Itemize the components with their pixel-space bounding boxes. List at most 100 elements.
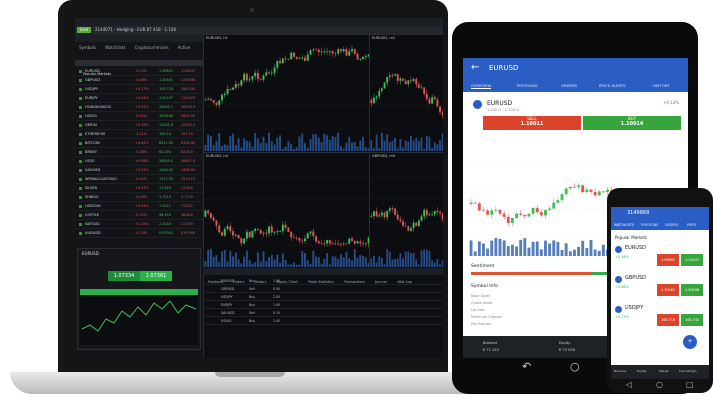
candle-body [328,51,331,53]
volume-bar [331,256,334,267]
phone-change: +0.06% [615,285,629,289]
tablet-sell-button[interactable]: SELL 1.10011 [483,116,581,130]
position-row[interactable]: US500 Buy 1.00 [203,318,443,325]
volume-bar [309,139,312,151]
market-sym: COFFEE [85,213,100,217]
home-icon[interactable]: ○ [656,380,663,389]
tab-active[interactable]: Active [178,45,190,50]
sell-button[interactable]: 1.07334 [108,271,140,281]
candle-body [276,60,279,68]
volume-bar [423,148,426,151]
account-info[interactable]: 2144071 · Hedging · EUR 87 418 · 1:100 [95,26,176,34]
tablet-title: EURUSD [489,64,519,72]
market-row[interactable]: BITCOIN +0.64% 8311.20 8330.40 [75,140,203,148]
phone-buy-button[interactable]: 1.30498 [681,284,703,296]
tab-watchlists[interactable]: WATCHLISTS [614,223,634,227]
candle-body [245,231,248,239]
candle-body [469,202,473,204]
volume-bar [375,134,378,151]
market-row[interactable]: BRENT -0.38% 62.390 62.420 [75,149,203,157]
position-row[interactable]: USDJPY Buy 2.00 [203,294,443,301]
position-side: Sell [249,287,255,291]
market-row[interactable]: HONGKONG50 +0.31% 28495.1 28504.9 [75,104,203,112]
recents-icon[interactable]: □ [686,380,694,389]
phone-change: +0.17% [615,315,629,319]
volume-bar [312,134,315,151]
tab-watchlists[interactable]: Watchlists [105,45,125,50]
chart-pane-1[interactable]: EURUSD, h1 [203,34,371,154]
chart-pane-4[interactable]: GBPUSD, m5 [369,152,443,270]
candle-body [356,241,359,244]
home-icon[interactable]: ○ [570,360,580,373]
chart-pane-2[interactable]: EURUSD, m1 [369,34,443,154]
tab-price[interactable]: PRICE [687,223,696,227]
phone-sell-button[interactable]: 1.09891 [657,254,679,266]
position-row[interactable]: EURUSD Buy 1.00 [203,278,443,285]
market-row[interactable]: ETHEREUM -1.21% 195.10 197.40 [75,131,203,139]
phone-buy-button[interactable]: 108.744 [681,314,703,326]
volume-bar [396,148,399,151]
candle-body [439,106,441,113]
phone-buy-button[interactable]: 1.10047 [681,254,703,266]
tablet-buy-button[interactable]: BUY 1.10014 [583,116,681,130]
market-row[interactable]: USDCNH +0.03% 7.0511 7.0532 [75,203,203,211]
buy-button[interactable]: 1.07361 [140,271,172,281]
tab-positions[interactable]: POSITIONS [641,223,658,227]
phone-watchlist-header[interactable]: Popular Markets [615,235,647,240]
back-arrow-icon[interactable]: ← [471,62,479,73]
add-button[interactable]: + [683,335,697,349]
phone-sell-button[interactable]: 1.30461 [657,284,679,296]
market-row[interactable]: XAUUSD +0.22% 1498.50 1498.90 [75,167,203,175]
volume-bar [315,134,318,151]
candle-body [373,211,375,217]
volume-bar [301,133,304,151]
candle-body [276,231,279,233]
candle-body [396,74,399,81]
candle-body [248,79,251,81]
market-row[interactable]: EURUSD -0.13% 1.09891 1.10047 [75,68,203,76]
market-row[interactable]: GER30 +0.19% 12261.6 12263.4 [75,122,203,130]
tab-history[interactable]: HISTORY [653,83,669,88]
volume-bar [560,250,564,256]
market-row[interactable]: EURJPY +0.04% 119.437 119.474 [75,95,203,103]
tab-orders[interactable]: ORDERS [561,83,577,88]
market-row[interactable]: NATGAS +1.12% 2.3140 2.3190 [75,221,203,229]
market-row[interactable]: SHIBUS -0.09% 3.7210 3.7230 [75,194,203,202]
tab-positions[interactable]: POSITIONS [517,83,538,88]
volume-bar [473,251,477,256]
candle-body [412,222,415,229]
market-row[interactable]: WSMALLCAP2000 -0.44% 1512.30 1513.10 [75,176,203,184]
market-row[interactable]: GBPUSD -0.06% 1.30461 1.30498 [75,77,203,85]
market-row[interactable]: SILVER +0.57% 17.620 17.640 [75,185,203,193]
back-icon[interactable]: ◁ [626,380,632,389]
market-group-header[interactable]: Popular Markets [75,60,203,76]
candle-body [284,58,287,60]
tab-overview[interactable]: OVERVIEW [471,83,492,89]
phone-account[interactable]: 3149868 [627,210,649,216]
candle-body [218,225,221,233]
phone-sell-button[interactable]: 108.716 [657,314,679,326]
tab-crypto[interactable]: Cryptocurrencies [135,45,169,50]
back-icon[interactable]: ↶ [522,360,531,373]
market-c3: 7.0532 [181,204,193,208]
position-row[interactable]: GBPUSD Sell 0.50 [203,286,443,293]
market-row[interactable]: US500 -0.12% 3006.60 3007.20 [75,113,203,121]
position-row[interactable]: XAUUSD Sell 0.10 [203,310,443,317]
position-side: Buy [249,279,256,283]
position-row[interactable]: EURJPY Buy 1.00 [203,302,443,309]
tab-symbols[interactable]: Symbols [79,45,96,50]
volume-bar [544,240,547,256]
volume-bar [245,140,248,151]
market-row[interactable]: COFFEE -0.71% 98.450 98.650 [75,212,203,220]
market-row[interactable]: AUDUSD -0.15% 0.67941 0.67958 [75,230,203,238]
market-row[interactable]: US30 +0.08% 26845.0 26847.0 [75,158,203,166]
candle-body [539,212,543,216]
volume-bar [402,258,404,267]
candle-body [226,89,229,94]
volume-bar [215,140,218,151]
market-row[interactable]: USDJPY +0.17% 108.716 108.744 [75,86,203,94]
candle-body [251,230,254,238]
tab-price-alerts[interactable]: PRICE ALERTS [599,83,626,88]
chart-pane-3[interactable]: EURUSD, h4 [203,152,371,270]
tab-orders[interactable]: ORDERS [665,223,678,227]
